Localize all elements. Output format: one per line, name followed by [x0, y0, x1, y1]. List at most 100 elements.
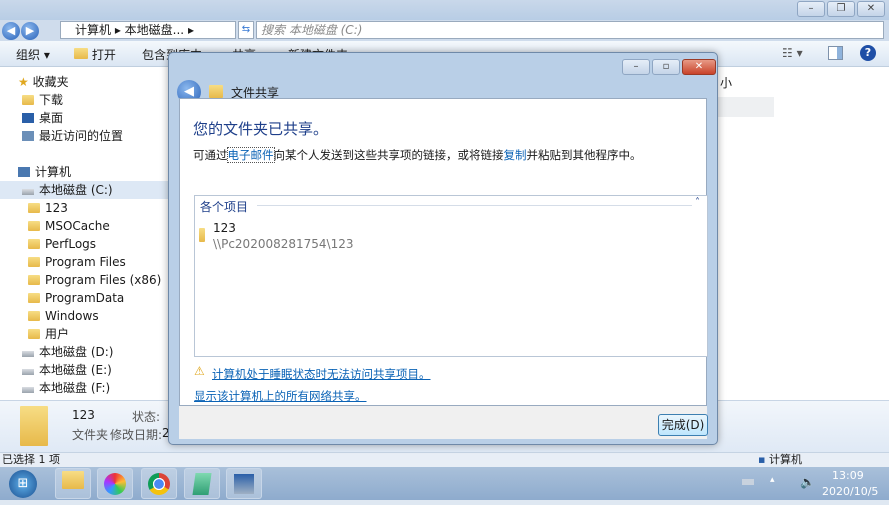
clock-date[interactable]: 2020/10/5 — [822, 485, 878, 498]
nav-label: Windows — [45, 309, 99, 323]
taskbar-chrome[interactable] — [141, 468, 177, 499]
clock-time[interactable]: 13:09 — [832, 469, 864, 482]
nav-label: ProgramData — [45, 291, 125, 305]
computer-icon: ▪ — [758, 453, 766, 466]
folder-icon — [28, 311, 40, 321]
status-location-label: 计算机 — [768, 453, 802, 466]
details-state-label: 状态: — [132, 410, 161, 424]
folder-icon — [28, 329, 40, 339]
open-button[interactable]: 打开 — [74, 46, 116, 63]
drive-icon — [22, 351, 34, 357]
drive-icon — [22, 387, 34, 393]
help-icon[interactable]: ? — [860, 45, 876, 61]
volume-icon[interactable]: 🔈 — [800, 475, 815, 489]
folder-icon — [199, 228, 205, 242]
back-button[interactable]: ◀ — [2, 22, 20, 40]
nav-folder-program-files[interactable]: Program Files — [0, 253, 168, 271]
nav-computer[interactable]: 计算机 — [0, 163, 168, 181]
breadcrumb-computer[interactable]: 计算机 — [75, 23, 111, 37]
taskbar-app-colorful[interactable] — [97, 468, 133, 499]
nav-label: 本地磁盘 (D:) — [39, 345, 114, 359]
status-selected: 已选择 1 项 — [2, 453, 60, 466]
explorer-icon — [62, 471, 84, 489]
column-header-size[interactable]: 小 — [720, 74, 732, 91]
organize-button[interactable]: 组织 ▾ — [16, 46, 50, 63]
folder-icon — [28, 203, 40, 213]
folder-icon — [74, 48, 88, 59]
nav-folder-perflogs[interactable]: PerfLogs — [0, 235, 168, 253]
copy-link[interactable]: 复制 — [504, 148, 527, 162]
view-options-icon[interactable]: ☷ ▾ — [782, 46, 803, 60]
tray-keyboard-icon[interactable] — [742, 479, 754, 485]
preview-pane-icon[interactable] — [828, 46, 843, 60]
forward-button[interactable]: ▶ — [21, 22, 39, 40]
nav-label: 桌面 — [39, 111, 64, 125]
nav-downloads[interactable]: 下载 — [0, 91, 168, 109]
refresh-icon[interactable]: ⇆ — [238, 21, 254, 39]
nav-drive-c[interactable]: 本地磁盘 (C:) — [0, 181, 168, 199]
nav-folder-msocache[interactable]: MSOCache — [0, 217, 168, 235]
navigation-pane: ★ 收藏夹 下载 桌面 最近访问的位置 计算机 本地磁盘 (C:) 123 MS… — [0, 67, 168, 400]
shared-folder-icon — [209, 85, 223, 98]
nav-folder-123[interactable]: 123 — [0, 199, 168, 217]
nav-label: 本地磁盘 (E:) — [39, 363, 112, 377]
email-link[interactable]: 电子邮件 — [226, 147, 275, 163]
address-box[interactable]: 计算机 ▸ 本地磁盘... ▸ — [60, 21, 236, 39]
star-icon: ★ — [18, 75, 29, 89]
sleep-warning-link[interactable]: 计算机处于睡眠状态时无法访问共享项目。 — [212, 366, 431, 382]
chrome-icon — [148, 473, 170, 495]
item-name[interactable]: 123 — [213, 221, 236, 235]
group-divider — [257, 205, 692, 206]
nav-favorites[interactable]: ★ 收藏夹 — [0, 73, 168, 91]
selected-row[interactable] — [718, 97, 774, 117]
show-all-shares-link[interactable]: 显示该计算机上的所有网络共享。 — [194, 388, 367, 404]
folder-icon — [28, 257, 40, 267]
close-button[interactable]: ✕ — [857, 1, 885, 17]
nav-label: 本地磁盘 (F:) — [39, 381, 111, 395]
nav-drive-f[interactable]: 本地磁盘 (F:) — [0, 379, 168, 397]
tray-arrow-icon[interactable]: ▴ — [770, 475, 775, 485]
details-modified-label: 修改日期: — [110, 428, 163, 442]
nav-label: PerfLogs — [45, 237, 97, 251]
folder-icon — [28, 293, 40, 303]
collapse-chevron-icon[interactable]: ˄ — [695, 197, 700, 208]
desktop-icon — [22, 113, 34, 123]
nav-label: 本地磁盘 (C:) — [39, 183, 113, 197]
nav-folder-programdata[interactable]: ProgramData — [0, 289, 168, 307]
folder-large-icon — [20, 406, 48, 446]
search-input[interactable]: 搜索 本地磁盘 (C:) — [256, 21, 884, 39]
computer-icon — [234, 474, 254, 494]
nav-desktop[interactable]: 桌面 — [0, 109, 168, 127]
address-bar-row: ◀ ▶ 计算机 ▸ 本地磁盘... ▸ ⇆ 搜索 本地磁盘 (C:) — [0, 20, 889, 41]
file-list[interactable]: 小 — [718, 67, 889, 400]
taskbar-explorer[interactable] — [55, 468, 91, 499]
warning-icon: ⚠ — [194, 364, 205, 378]
nav-folder-windows[interactable]: Windows — [0, 307, 168, 325]
download-folder-icon — [22, 95, 34, 105]
taskbar-notepad[interactable] — [184, 468, 220, 499]
dialog-description: 可通过电子邮件向某个人发送到这些共享项的链接，或将链接复制并粘贴到其他程序中。 — [193, 147, 642, 163]
minimize-button[interactable]: – — [797, 1, 825, 17]
breadcrumb-drive[interactable]: 本地磁盘... — [125, 23, 184, 37]
shared-items-list: 各个项目 ˄ 123 \\Pc202008281754\123 — [194, 195, 708, 357]
nav-folder-users[interactable]: 用户 — [0, 325, 168, 343]
dialog-content: 您的文件夹已共享。 可通过电子邮件向某个人发送到这些共享项的链接，或将链接复制并… — [179, 98, 708, 406]
taskbar-network-app[interactable] — [226, 468, 262, 499]
taskbar: ⊞ ▴ 🔈 13:09 2020/10/5 — [0, 467, 889, 500]
app-icon — [104, 473, 126, 495]
restore-button[interactable]: ❐ — [827, 1, 855, 17]
done-button[interactable]: 完成(D) — [658, 414, 708, 436]
nav-folder-program-files-x86[interactable]: Program Files (x86) — [0, 271, 168, 289]
nav-drive-e[interactable]: 本地磁盘 (E:) — [0, 361, 168, 379]
start-button[interactable]: ⊞ — [9, 470, 37, 498]
status-location: ▪ 计算机 — [758, 453, 802, 467]
item-path[interactable]: \\Pc202008281754\123 — [213, 237, 353, 251]
nav-recent-places[interactable]: 最近访问的位置 — [0, 127, 168, 145]
dialog-maximize-button[interactable]: ▫ — [652, 59, 680, 75]
dialog-minimize-button[interactable]: – — [622, 59, 650, 75]
drive-icon — [22, 369, 34, 375]
dialog-close-button[interactable]: ✕ — [682, 59, 716, 75]
nav-drive-d[interactable]: 本地磁盘 (D:) — [0, 343, 168, 361]
group-header: 各个项目 — [200, 198, 253, 215]
folder-icon — [28, 275, 40, 285]
